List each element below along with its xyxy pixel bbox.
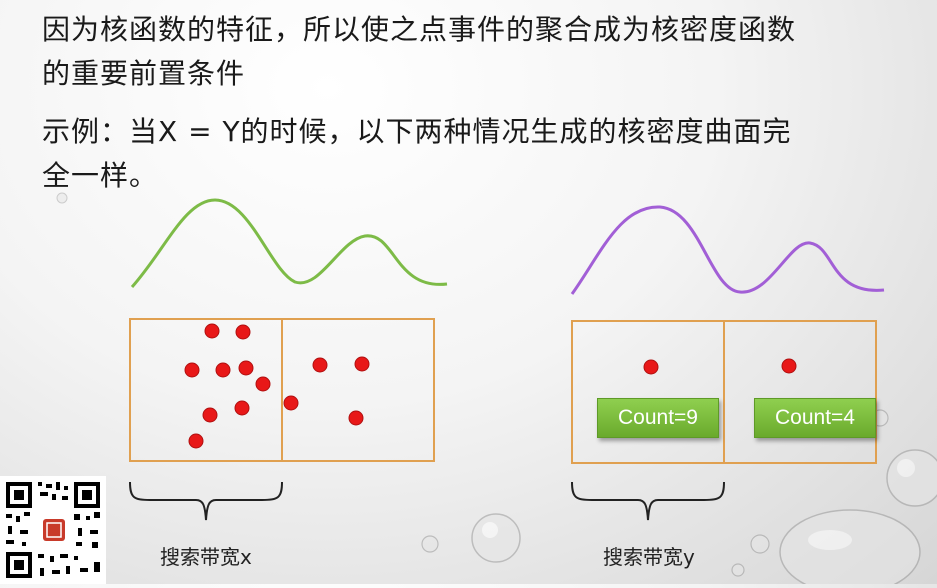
point <box>643 359 659 375</box>
diagram-canvas <box>56 192 937 584</box>
point <box>204 323 220 339</box>
right-points <box>643 358 797 375</box>
point <box>188 433 204 449</box>
bandwidth-label-x: 搜索带宽x <box>160 545 252 569</box>
point <box>283 395 299 411</box>
point <box>255 376 271 392</box>
point <box>238 360 254 376</box>
right-density-curve <box>570 205 885 295</box>
left-grid-cell-2 <box>281 318 435 462</box>
right-grid-cell-2 <box>723 320 877 464</box>
point <box>202 407 218 423</box>
right-grid-cell-1 <box>571 320 725 464</box>
bandwidth-label-y: 搜索带宽y <box>603 545 695 569</box>
left-bandwidth-brace <box>129 481 283 521</box>
point <box>215 362 231 378</box>
point <box>781 358 797 374</box>
left-points <box>184 323 370 449</box>
qr-code-icon <box>0 476 106 584</box>
point <box>312 357 328 373</box>
water-drops-decoration <box>56 192 937 584</box>
point <box>348 410 364 426</box>
point <box>234 400 250 416</box>
count-label-right: Count=4 <box>754 398 876 438</box>
point <box>354 356 370 372</box>
count-label-left: Count=9 <box>597 398 719 438</box>
right-bandwidth-brace <box>571 481 725 521</box>
point <box>184 362 200 378</box>
left-density-curve <box>130 198 448 288</box>
point <box>235 324 251 340</box>
